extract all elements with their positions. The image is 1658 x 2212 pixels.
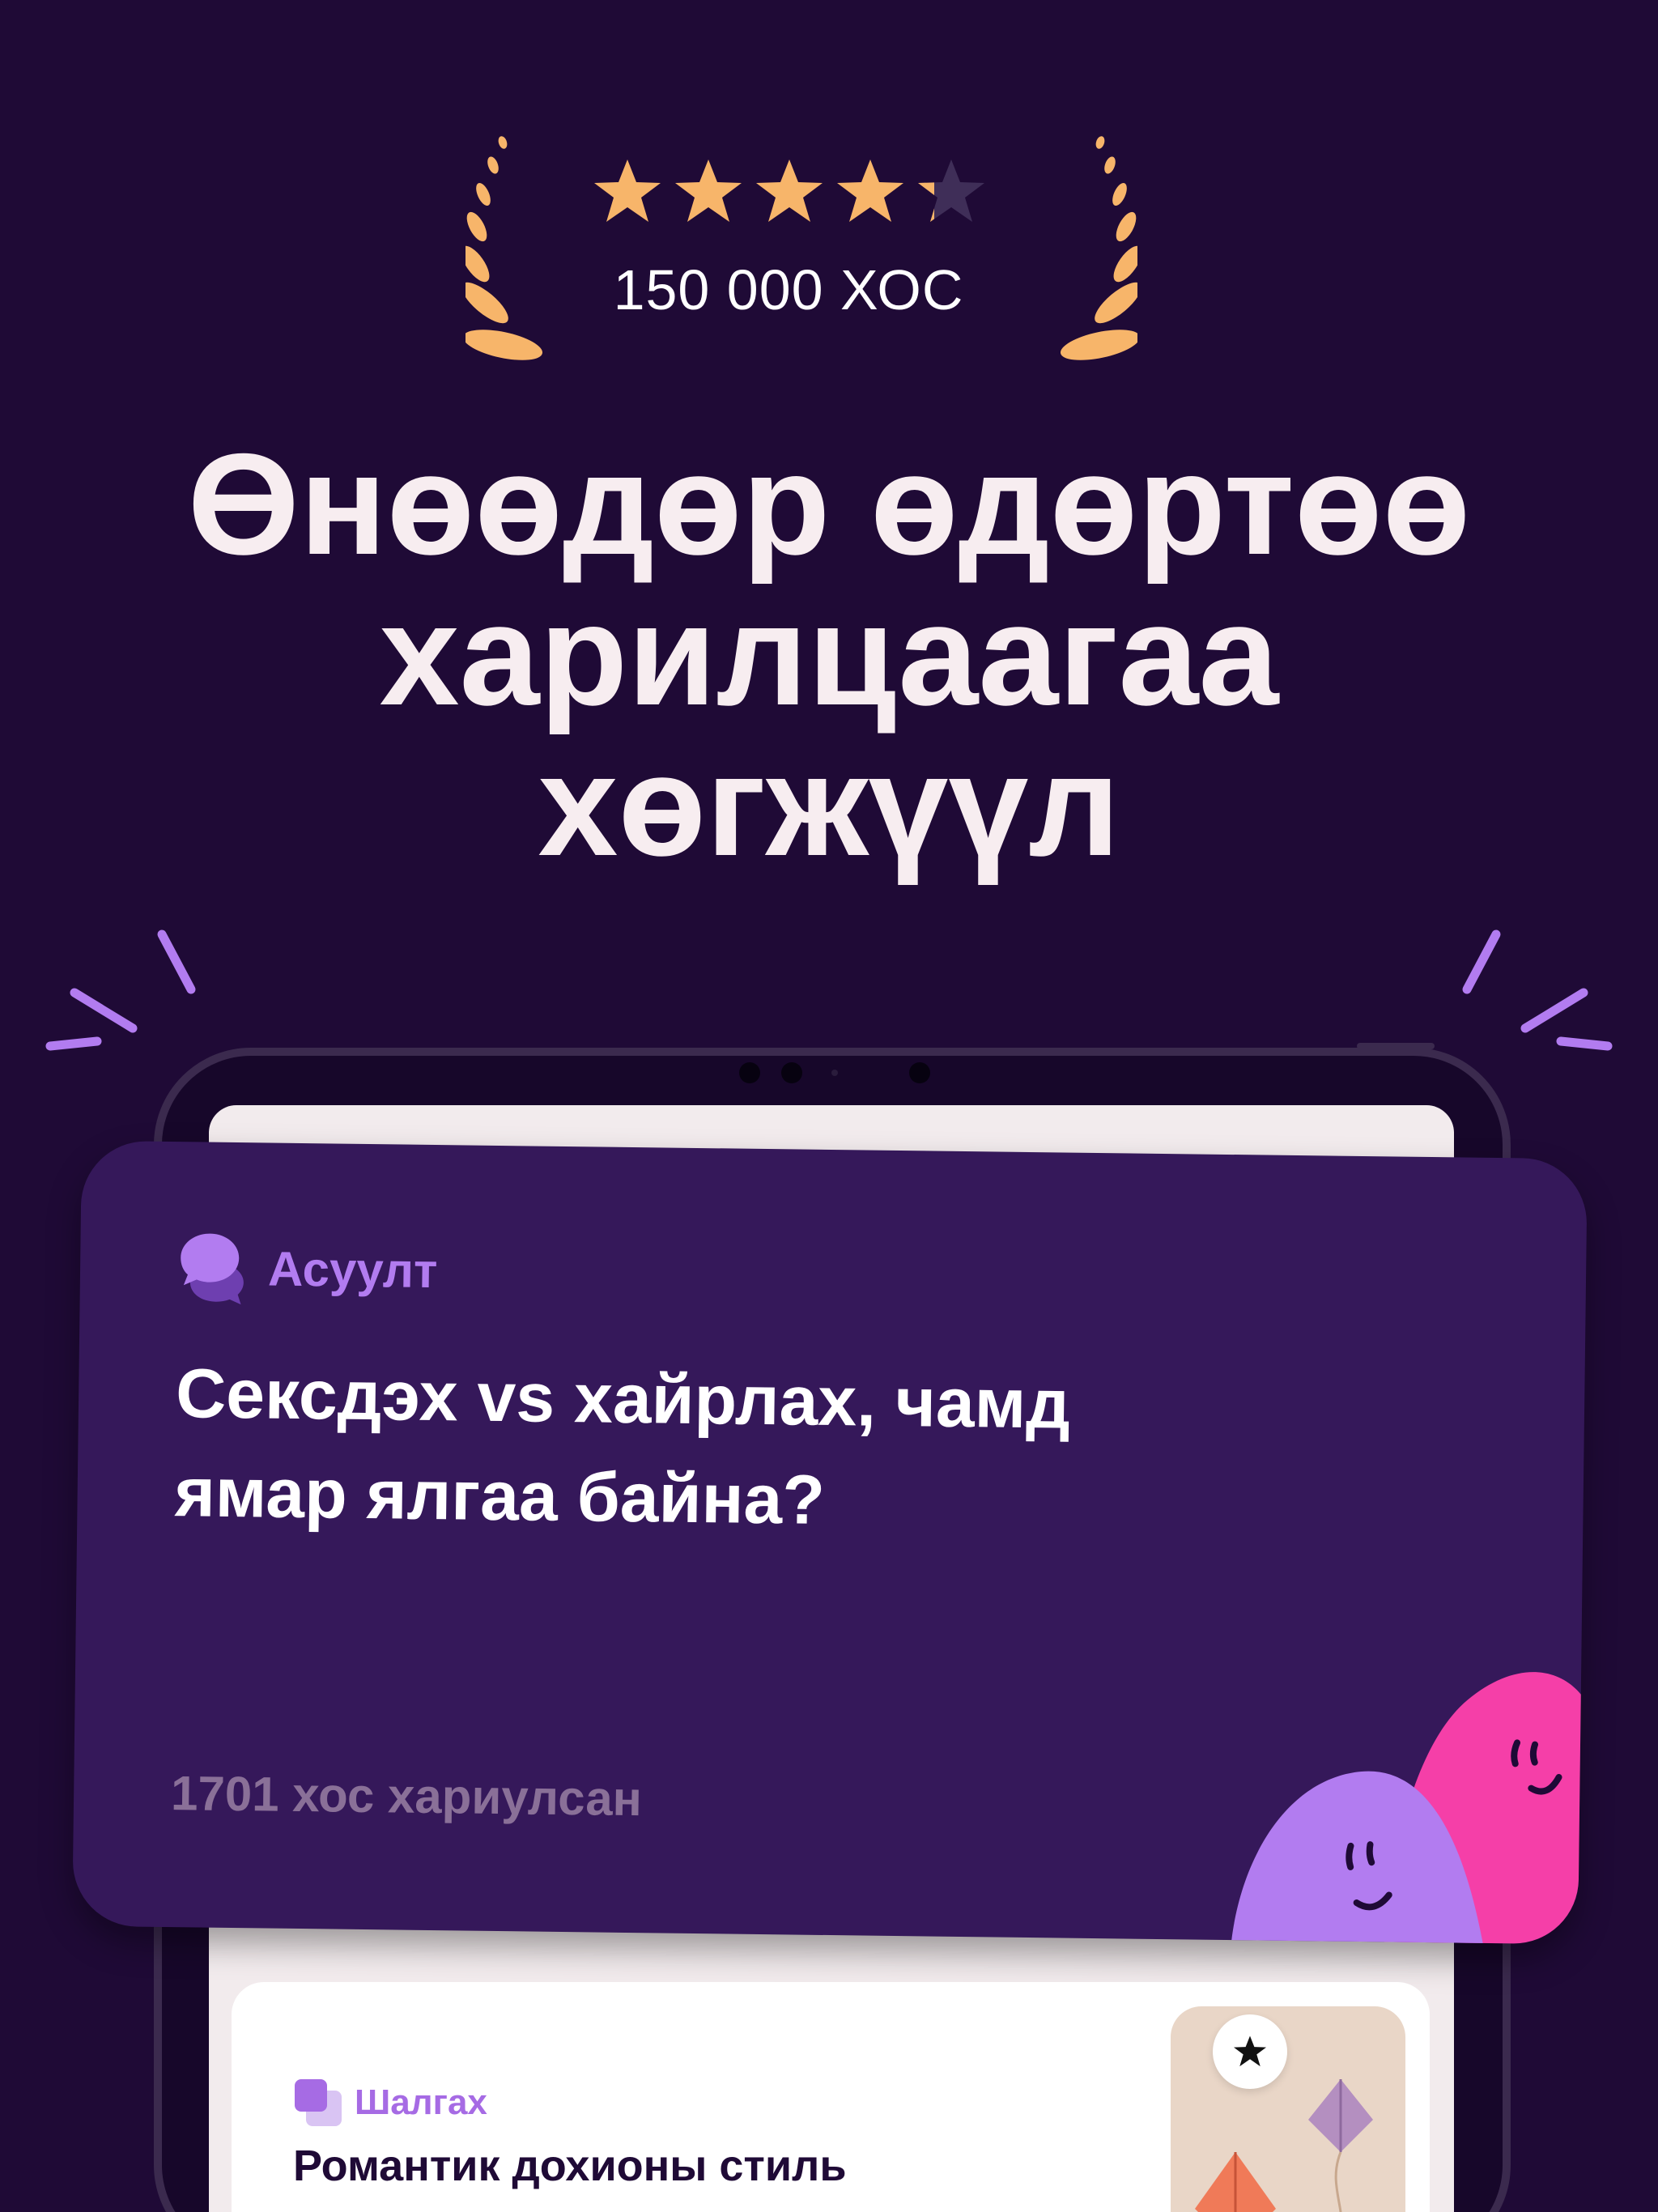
camera-sensor [831, 1070, 838, 1076]
star-icon [837, 160, 903, 222]
camera-dot [739, 1062, 760, 1083]
headline: Өнөөдөр өдөртөө харилцаагаа хөгжүүл [187, 423, 1471, 886]
quiz-thumbnail [1171, 2006, 1405, 2212]
question-tag: Асуулт [176, 1227, 438, 1311]
star-icon [1233, 2035, 1267, 2067]
favorite-button[interactable] [1213, 2014, 1287, 2089]
camera-dot [781, 1062, 802, 1083]
rating-caption: 150 000 ХОС [613, 258, 964, 321]
question-card[interactable]: Асуулт Сексдэх vs хайрлах, чамд ямар ялг… [72, 1140, 1588, 1945]
app-store-screenshot: 150 000 ХОС Өнөөдөр өдөртөө харилцаагаа … [0, 0, 1658, 2212]
laurel-right-icon [1060, 136, 1137, 360]
star-icon [594, 160, 661, 222]
quiz-card[interactable]: Шалгах Романтик дохионы стиль [232, 1982, 1430, 2212]
layers-icon [295, 2079, 342, 2126]
rating-badge: 150 000 ХОС [0, 121, 1658, 364]
chat-bubbles-icon [181, 1233, 244, 1305]
tablet-side-button [1357, 1043, 1435, 1049]
rating-stars [594, 160, 984, 222]
quiz-tag: Шалгах [293, 2078, 487, 2128]
question-tag-label: Асуулт [267, 1240, 438, 1298]
camera-dot [909, 1062, 930, 1083]
star-half-icon [918, 160, 984, 222]
answer-count: 1701 хос хариулсан [170, 1766, 643, 1827]
laurel-left-icon [466, 136, 543, 360]
smiling-blobs-illustration [1229, 1672, 1588, 1945]
quiz-title: Романтик дохионы стиль [293, 2142, 847, 2190]
star-icon [756, 160, 823, 222]
quiz-tag-label: Шалгах [355, 2082, 487, 2122]
star-icon [675, 160, 742, 222]
question-text: Сексдэх vs хайрлах, чамд ямар ялгаа байн… [174, 1355, 1071, 1539]
kites-illustration [1195, 2079, 1373, 2212]
